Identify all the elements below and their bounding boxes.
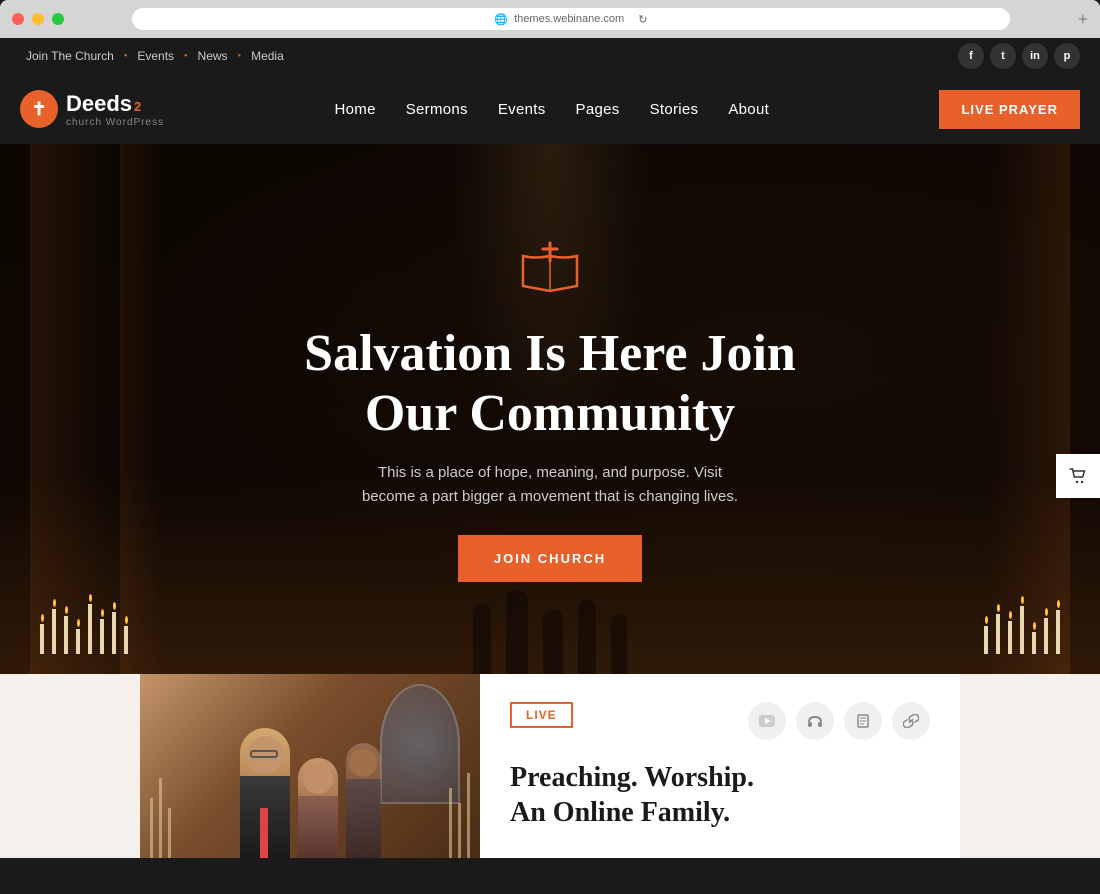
live-badge: LIVE bbox=[510, 702, 573, 728]
nav-events[interactable]: Events bbox=[498, 101, 546, 118]
browser-minimize-btn[interactable] bbox=[32, 13, 44, 25]
brand-superscript: 2 bbox=[134, 99, 141, 114]
bottom-title: Preaching. Worship. An Online Family. bbox=[510, 760, 930, 830]
hero-content: Salvation Is Here Join Our Community Thi… bbox=[290, 236, 810, 583]
live-prayer-button[interactable]: LIVE PRAYER bbox=[939, 90, 1080, 129]
topbar-media[interactable]: Media bbox=[245, 49, 290, 63]
logo[interactable]: ✝ Deeds2 church WordPress bbox=[20, 90, 164, 128]
topbar-events[interactable]: Events bbox=[131, 49, 180, 63]
linkedin-icon[interactable]: in bbox=[1022, 43, 1048, 69]
topbar-news[interactable]: News bbox=[192, 49, 234, 63]
twitter-icon[interactable]: t bbox=[990, 43, 1016, 69]
dot-3: • bbox=[238, 51, 242, 62]
hero-section: Salvation Is Here Join Our Community Thi… bbox=[0, 144, 1100, 674]
browser-close-btn[interactable] bbox=[12, 13, 24, 25]
cart-button[interactable] bbox=[1056, 454, 1100, 498]
nav-pages[interactable]: Pages bbox=[576, 101, 620, 118]
facebook-icon[interactable]: f bbox=[958, 43, 984, 69]
bottom-header: LIVE bbox=[510, 702, 930, 752]
pinterest-icon[interactable]: p bbox=[1054, 43, 1080, 69]
bottom-content: LIVE bbox=[480, 674, 960, 858]
bottom-section: LIVE bbox=[0, 674, 1100, 858]
dot-2: • bbox=[184, 51, 188, 62]
logo-tagline: church WordPress bbox=[66, 117, 164, 128]
hero-title: Salvation Is Here Join Our Community bbox=[290, 324, 810, 444]
hero-subtitle: This is a place of hope, meaning, and pu… bbox=[360, 461, 740, 509]
nav-stories[interactable]: Stories bbox=[650, 101, 699, 118]
link-icon[interactable] bbox=[892, 702, 930, 740]
media-icons bbox=[748, 702, 930, 740]
top-bar-nav: Join The Church • Events • News • Media bbox=[20, 49, 290, 63]
bible-cross-icon bbox=[510, 236, 590, 306]
refresh-icon[interactable]: ↻ bbox=[638, 13, 647, 26]
social-icons: f t in p bbox=[958, 43, 1080, 69]
join-church-button[interactable]: JOIN CHURCH bbox=[458, 535, 642, 582]
browser-chrome: 🌐 themes.webinane.com ↻ + bbox=[0, 0, 1100, 38]
browser-address-bar[interactable]: 🌐 themes.webinane.com ↻ bbox=[132, 8, 1010, 30]
url-text: themes.webinane.com bbox=[514, 13, 624, 25]
topbar-join[interactable]: Join The Church bbox=[20, 49, 120, 63]
browser-title-bar: 🌐 themes.webinane.com ↻ + bbox=[0, 0, 1100, 38]
logo-icon: ✝ bbox=[20, 90, 58, 128]
main-nav-links: Home Sermons Events Pages Stories About bbox=[335, 101, 770, 118]
top-bar: Join The Church • Events • News • Media … bbox=[0, 38, 1100, 74]
bottom-card: LIVE bbox=[140, 674, 960, 858]
dot-1: • bbox=[124, 51, 128, 62]
nav-about[interactable]: About bbox=[728, 101, 769, 118]
document-icon[interactable] bbox=[844, 702, 882, 740]
logo-text: Deeds2 church WordPress bbox=[66, 91, 164, 128]
browser-maximize-btn[interactable] bbox=[52, 13, 64, 25]
nav-sermons[interactable]: Sermons bbox=[406, 101, 468, 118]
brand-name: Deeds bbox=[66, 91, 132, 117]
headphones-icon[interactable] bbox=[796, 702, 834, 740]
new-tab-button[interactable]: + bbox=[1078, 9, 1088, 30]
main-nav: ✝ Deeds2 church WordPress Home Sermons E… bbox=[0, 74, 1100, 144]
youtube-icon[interactable] bbox=[748, 702, 786, 740]
nav-home[interactable]: Home bbox=[335, 101, 376, 118]
bottom-image bbox=[140, 674, 480, 858]
globe-icon: 🌐 bbox=[494, 13, 508, 26]
site-wrapper: Join The Church • Events • News • Media … bbox=[0, 38, 1100, 858]
